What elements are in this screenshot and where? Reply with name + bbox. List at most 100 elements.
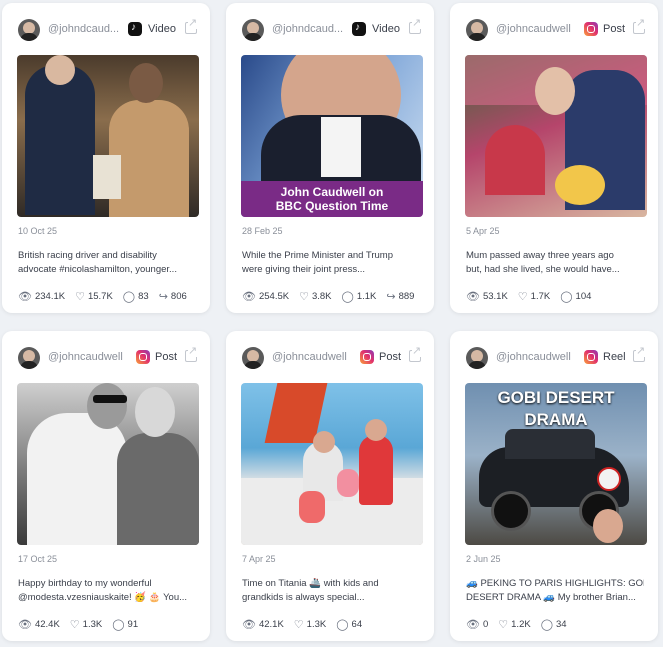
comment-icon: ◯ bbox=[341, 291, 354, 303]
post-image[interactable] bbox=[17, 55, 199, 217]
likes-count: 1.2K bbox=[511, 619, 531, 630]
views-count: 234.1K bbox=[34, 291, 66, 302]
post-image[interactable] bbox=[241, 383, 423, 545]
post-image[interactable]: John Caudwell on BBC Question Time bbox=[241, 55, 423, 217]
banner-line: John Caudwell on bbox=[280, 185, 384, 199]
views-stat: 👁 42.1K bbox=[242, 618, 284, 631]
post-card[interactable]: @johncaudwell Post 17 Oct 25 Happy birth… bbox=[2, 331, 210, 641]
views-stat: 👁 0 bbox=[466, 618, 488, 631]
card-header: @johndcaud... Video bbox=[2, 17, 210, 43]
eye-icon: 👁 bbox=[466, 291, 480, 303]
post-date: 10 Oct 25 bbox=[18, 226, 58, 236]
post-type: Post bbox=[603, 23, 626, 35]
post-stats: 👁 53.1K ♡ 1.7K ◯ 104 bbox=[466, 290, 591, 303]
comments-stat: ◯ 34 bbox=[541, 618, 567, 631]
comments-stat: ◯ 104 bbox=[560, 290, 591, 303]
likes-stat: ♡ 1.3K bbox=[70, 618, 102, 631]
comment-icon: ◯ bbox=[122, 291, 136, 303]
external-link-icon[interactable] bbox=[409, 345, 422, 362]
share-icon: ↪ bbox=[158, 291, 168, 303]
post-image[interactable]: GOBI DESERT DRAMA bbox=[465, 383, 647, 545]
avatar bbox=[242, 19, 264, 41]
heart-icon: ♡ bbox=[517, 291, 528, 303]
comments-count: 34 bbox=[556, 619, 567, 630]
views-stat: 👁 42.4K bbox=[18, 618, 60, 631]
share-icon: ↪ bbox=[386, 291, 396, 303]
likes-count: 1.3K bbox=[306, 619, 327, 630]
overlay-line: DRAMA bbox=[524, 410, 588, 429]
card-header: @johncaudwell Reel bbox=[450, 345, 658, 371]
likes-count: 3.8K bbox=[311, 291, 332, 302]
views-count: 0 bbox=[482, 619, 489, 630]
eye-icon: 👁 bbox=[242, 291, 256, 303]
post-caption: British racing driver and disability adv… bbox=[18, 249, 196, 277]
username: @johncaudwell bbox=[48, 351, 123, 363]
heart-icon: ♡ bbox=[69, 619, 80, 631]
banner-line: BBC Question Time bbox=[275, 199, 389, 213]
views-stat: 👁 234.1K bbox=[18, 290, 65, 303]
tiktok-icon bbox=[128, 22, 142, 36]
username: @johncaudwell bbox=[496, 351, 571, 363]
comments-count: 64 bbox=[351, 619, 363, 630]
post-image[interactable] bbox=[465, 55, 647, 217]
external-link-icon[interactable] bbox=[185, 345, 198, 362]
instagram-icon bbox=[584, 22, 598, 36]
caption-line: Time on Titania 🚢 with kids and bbox=[242, 578, 379, 589]
avatar bbox=[466, 19, 488, 41]
video-banner: John Caudwell on BBC Question Time bbox=[241, 181, 423, 217]
external-link-icon[interactable] bbox=[409, 17, 422, 34]
post-date: 2 Jun 25 bbox=[466, 554, 501, 564]
external-link-icon[interactable] bbox=[633, 345, 646, 362]
post-card[interactable]: @johncaudwell Post 5 Apr 25 Mum passed a… bbox=[450, 3, 658, 313]
post-card[interactable]: @johndcaud... Video John Caudwell on BBC… bbox=[226, 3, 434, 313]
comments-count: 1.1K bbox=[356, 291, 377, 302]
post-stats: 👁 0 ♡ 1.2K ◯ 34 bbox=[466, 618, 567, 631]
views-stat: 👁 254.5K bbox=[242, 290, 289, 303]
caption-line: Happy birthday to my wonderful bbox=[18, 578, 152, 589]
views-count: 254.5K bbox=[258, 291, 290, 302]
post-caption: While the Prime Minister and Trump were … bbox=[242, 249, 420, 277]
comment-icon: ◯ bbox=[336, 619, 349, 631]
post-card[interactable]: @johncaudwell Reel GOBI DESERT DRAMA 2 J… bbox=[450, 331, 658, 641]
comment-icon: ◯ bbox=[540, 619, 553, 631]
comments-count: 104 bbox=[575, 291, 592, 302]
avatar bbox=[18, 347, 40, 369]
post-stats: 👁 234.1K ♡ 15.7K ◯ 83 ↪ 806 bbox=[18, 290, 187, 303]
post-type: Post bbox=[155, 351, 178, 363]
caption-line: @modesta.vzesniauskaite! 🥳 🎂 You... bbox=[18, 592, 188, 603]
card-header: @johncaudwell Post bbox=[450, 17, 658, 43]
card-header: @johncaudwell Post bbox=[226, 345, 434, 371]
overlay-line: GOBI DESERT bbox=[497, 388, 615, 407]
likes-stat: ♡ 1.2K bbox=[498, 618, 530, 631]
comments-stat: ◯ 91 bbox=[112, 618, 138, 631]
likes-count: 1.7K bbox=[530, 291, 551, 302]
post-date: 7 Apr 25 bbox=[242, 554, 276, 564]
eye-icon: 👁 bbox=[466, 619, 480, 631]
avatar bbox=[18, 19, 40, 41]
shares-stat: ↪ 889 bbox=[386, 290, 414, 303]
likes-stat: ♡ 1.7K bbox=[518, 290, 550, 303]
external-link-icon[interactable] bbox=[185, 17, 198, 34]
likes-count: 1.3K bbox=[82, 619, 103, 630]
likes-stat: ♡ 3.8K bbox=[299, 290, 331, 303]
post-card[interactable]: @johncaudwell Post 7 Apr 25 Time on Tita… bbox=[226, 331, 434, 641]
comments-count: 83 bbox=[138, 291, 149, 302]
post-stats: 👁 254.5K ♡ 3.8K ◯ 1.1K ↪ 889 bbox=[242, 290, 414, 303]
comments-stat: ◯ 64 bbox=[336, 618, 362, 631]
post-type: Video bbox=[372, 23, 400, 35]
heart-icon: ♡ bbox=[293, 619, 304, 631]
likes-stat: ♡ 15.7K bbox=[75, 290, 113, 303]
post-type: Reel bbox=[603, 351, 626, 363]
username: @johncaudwell bbox=[496, 23, 571, 35]
external-link-icon[interactable] bbox=[633, 17, 646, 34]
post-image[interactable] bbox=[17, 383, 199, 545]
shares-count: 806 bbox=[170, 291, 187, 302]
caption-line: advocate #nicolashamilton, younger... bbox=[18, 264, 177, 275]
post-date: 28 Feb 25 bbox=[242, 226, 283, 236]
post-date: 5 Apr 25 bbox=[466, 226, 500, 236]
eye-icon: 👁 bbox=[18, 291, 32, 303]
eye-icon: 👁 bbox=[18, 619, 32, 631]
caption-line: grandkids is always special... bbox=[242, 592, 365, 603]
avatar bbox=[242, 347, 264, 369]
post-card[interactable]: @johndcaud... Video 10 Oct 25 British ra… bbox=[2, 3, 210, 313]
